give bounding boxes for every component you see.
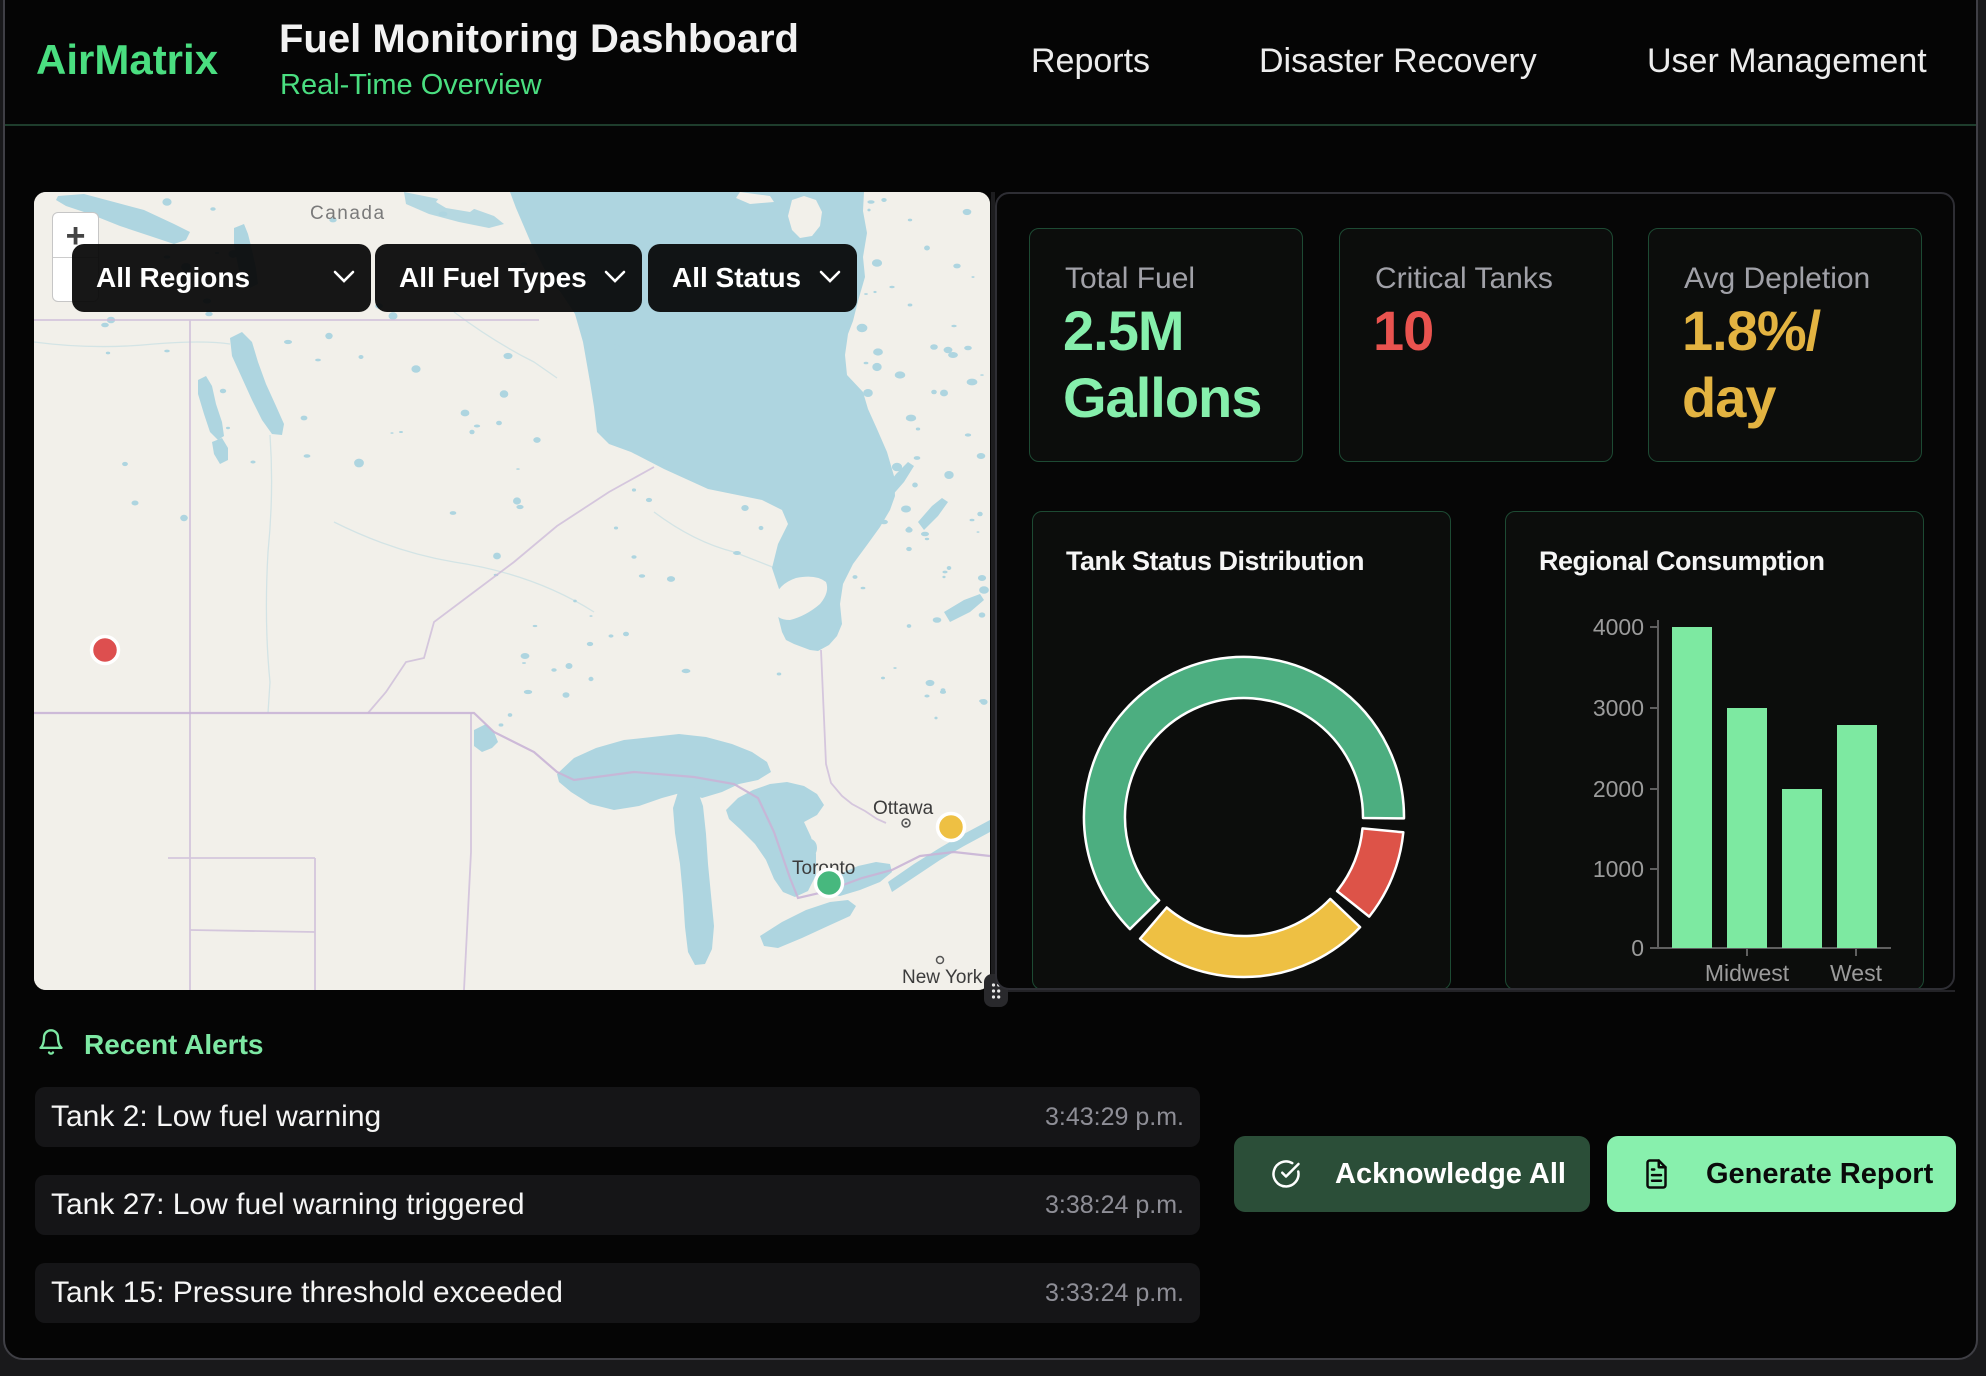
svg-text:3000: 3000 [1593, 695, 1644, 721]
svg-text:1000: 1000 [1593, 856, 1644, 882]
svg-text:West: West [1830, 960, 1883, 986]
svg-text:2000: 2000 [1593, 776, 1644, 802]
svg-text:Canada: Canada [310, 203, 386, 224]
svg-text:0: 0 [1631, 935, 1644, 961]
svg-text:New York: New York [902, 967, 983, 988]
svg-text:4000: 4000 [1593, 614, 1644, 640]
svg-text:Ottawa: Ottawa [873, 798, 934, 819]
svg-text:Midwest: Midwest [1705, 960, 1790, 986]
